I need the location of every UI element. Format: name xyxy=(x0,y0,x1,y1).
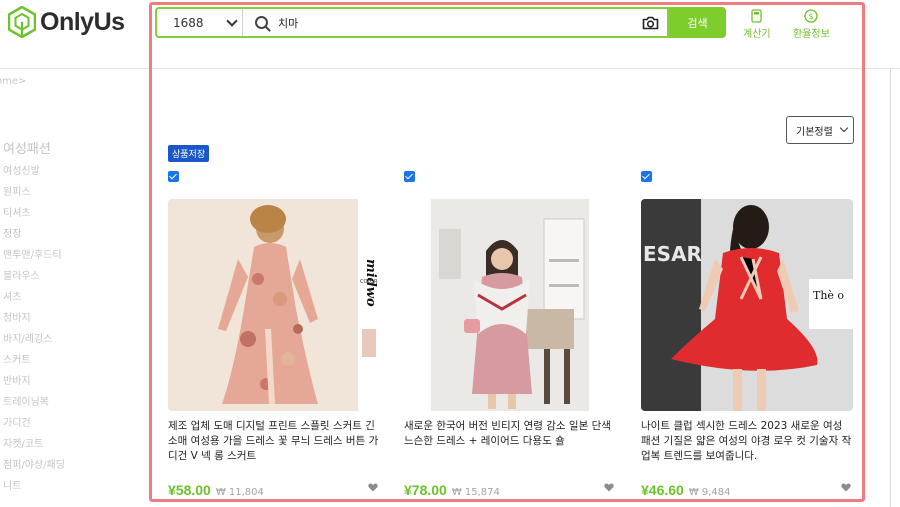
product-price-krw: ₩ 11,804 xyxy=(215,487,264,498)
image-color-text: COLOR xyxy=(360,279,378,285)
image-brand-text: ESAR xyxy=(643,242,702,266)
sort-select-value: 기본정렬 xyxy=(796,126,833,138)
product-image[interactable]: ESAR Thè o xyxy=(641,199,853,411)
search-button[interactable]: 검색 xyxy=(669,7,726,38)
category-item[interactable]: 반바지 xyxy=(3,375,65,396)
product-title[interactable]: 제조 업체 도매 디지털 프린트 스플릿 스커트 긴 소매 여성용 가을 드레스… xyxy=(168,419,380,465)
category-item[interactable]: 여성신발 xyxy=(3,165,65,186)
price-row: ¥46.60 ₩ 9,484 xyxy=(641,482,853,498)
product-image[interactable] xyxy=(404,199,616,411)
search-icon xyxy=(255,16,268,29)
category-item[interactable]: 트레이닝복 xyxy=(3,396,65,417)
site-select[interactable]: 1688 xyxy=(157,9,243,36)
product-price-krw: ₩ 15,874 xyxy=(451,487,500,498)
search-bar: 1688 xyxy=(155,7,669,38)
exchange-rate-link[interactable]: $ 환율정보 xyxy=(793,9,830,40)
image-sign-text: Thè o xyxy=(813,289,844,302)
product-title[interactable]: 새로운 한국어 버전 빈티지 연령 감소 일본 단색 느슨한 드레스 + 레이어… xyxy=(404,419,616,465)
product-checkbox[interactable] xyxy=(404,171,415,182)
category-title[interactable]: 여성패션 xyxy=(3,138,51,157)
category-item[interactable]: 원피스 xyxy=(3,186,65,207)
search-input[interactable] xyxy=(278,16,642,29)
site-select-value: 1688 xyxy=(173,15,204,30)
category-item[interactable]: 블라우스 xyxy=(3,270,65,291)
logo-text: OnlyUs xyxy=(40,7,125,36)
header-divider xyxy=(0,68,900,69)
product-price: ¥58.00 xyxy=(168,482,211,498)
product-price-krw: ₩ 9,484 xyxy=(688,487,731,498)
save-products-button[interactable]: 상품저장 xyxy=(168,145,210,162)
sort-select[interactable]: 기본정렬 xyxy=(786,116,854,144)
chevron-down-icon xyxy=(226,14,238,27)
product-price: ¥78.00 xyxy=(404,482,447,498)
price-row: ¥58.00 ₩ 11,804 xyxy=(168,482,380,498)
heart-icon[interactable] xyxy=(604,483,614,492)
product-card[interactable]: ESAR Thè o 나이트 클럽 섹시한 드레스 2023 새로운 여성 패션… xyxy=(641,199,853,498)
calculator-link[interactable]: 계산기 xyxy=(743,9,771,40)
svg-text:$: $ xyxy=(809,12,814,21)
category-item[interactable]: 맨투맨/후드티 xyxy=(3,249,65,270)
category-item[interactable]: 정장 xyxy=(3,228,65,249)
scrollbar-edge xyxy=(890,69,891,507)
exchange-rate-label: 환율정보 xyxy=(793,29,830,40)
product-checkbox[interactable] xyxy=(168,171,179,182)
category-item[interactable]: 점퍼/야상/패딩 xyxy=(3,459,65,480)
heart-icon[interactable] xyxy=(841,483,851,492)
category-item[interactable]: 셔츠 xyxy=(3,291,65,312)
category-item[interactable]: 바지/레깅스 xyxy=(3,333,65,354)
product-price: ¥46.60 xyxy=(641,482,684,498)
category-item[interactable]: 자켓/코트 xyxy=(3,438,65,459)
product-checkbox[interactable] xyxy=(641,171,652,182)
product-card[interactable]: midwo COLOR 제조 업체 도매 디지털 프린트 스플릿 스커트 긴 소… xyxy=(168,199,380,498)
camera-icon[interactable] xyxy=(642,16,659,30)
product-card[interactable]: 새로운 한국어 버전 빈티지 연령 감소 일본 단색 느슨한 드레스 + 레이어… xyxy=(404,199,616,498)
logo-hexagon-icon xyxy=(8,6,36,38)
category-item[interactable]: 청바지 xyxy=(3,312,65,333)
chevron-down-icon xyxy=(839,123,849,133)
calculator-label: 계산기 xyxy=(743,29,771,40)
category-item[interactable]: 가디건 xyxy=(3,417,65,438)
category-item[interactable]: 스커트 xyxy=(3,354,65,375)
product-image[interactable]: midwo COLOR xyxy=(168,199,380,411)
heart-icon[interactable] xyxy=(368,483,378,492)
category-item[interactable]: 티셔츠 xyxy=(3,207,65,228)
product-title[interactable]: 나이트 클럽 섹시한 드레스 2023 새로운 여성 패션 기질은 얇은 여성의… xyxy=(641,419,853,465)
price-row: ¥78.00 ₩ 15,874 xyxy=(404,482,616,498)
category-item[interactable]: 니트 xyxy=(3,480,65,501)
logo[interactable]: OnlyUs xyxy=(8,6,125,38)
category-list: 여성신발 원피스 티셔츠 정장 맨투맨/후드티 블라우스 셔츠 청바지 바지/레… xyxy=(3,165,65,501)
calculator-icon xyxy=(751,9,762,23)
breadcrumb[interactable]: ome> xyxy=(0,76,26,87)
currency-icon: $ xyxy=(804,9,819,23)
